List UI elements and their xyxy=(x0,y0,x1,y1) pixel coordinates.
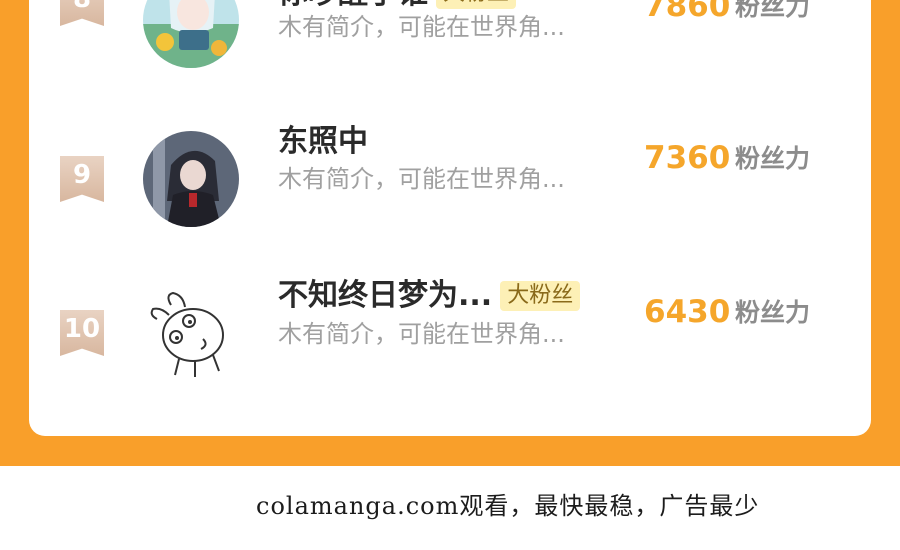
user-name[interactable]: 东照中 xyxy=(278,124,368,160)
user-bio: 木有简介，可能在世界角... xyxy=(278,13,565,41)
fan-ranking-card: 8 你吵醒了谁大粉丝 木有简介，可能在世界角... 7860 粉丝力 9 xyxy=(29,0,871,436)
big-fan-tag: 大粉丝 xyxy=(500,281,581,311)
footer-watermark-text: colamanga.com观看，最快最稳，广告最少 xyxy=(256,492,760,520)
avatar-9[interactable] xyxy=(143,131,239,227)
user-name[interactable]: 不知终日梦为... 大粉丝 xyxy=(278,278,581,314)
fan-score-unit: 粉丝力 xyxy=(735,298,811,327)
user-name-text: 你吵醒了谁 xyxy=(278,0,428,11)
footer: colamanga.com观看，最快最稳，广告最少 xyxy=(0,466,900,550)
rank-badge-10: 10 xyxy=(60,310,104,356)
avatar-doodle-rabbit-icon xyxy=(143,285,239,381)
avatar-8[interactable] xyxy=(143,0,239,68)
fan-score: 7860 xyxy=(644,0,731,24)
user-name-text: 不知终日梦为... xyxy=(278,278,493,313)
rank-number: 9 xyxy=(72,160,92,190)
user-bio: 木有简介，可能在世界角... xyxy=(278,320,565,348)
ranking-row-8[interactable]: 8 你吵醒了谁大粉丝 木有简介，可能在世界角... 7860 粉丝力 xyxy=(29,0,871,110)
rank-badge-8: 8 xyxy=(60,0,104,26)
avatar-dark-character-icon xyxy=(143,131,239,227)
fan-score-unit: 粉丝力 xyxy=(735,0,811,21)
user-name[interactable]: 你吵醒了谁大粉丝 xyxy=(278,0,517,12)
fan-score: 6430 xyxy=(644,294,731,330)
avatar-anime-girl-icon xyxy=(143,0,239,68)
user-bio: 木有简介，可能在世界角... xyxy=(278,165,565,193)
rank-number: 8 xyxy=(60,0,104,14)
fan-score: 7360 xyxy=(644,140,731,176)
user-name-text: 东照中 xyxy=(278,124,368,159)
big-fan-tag: 大粉丝 xyxy=(436,0,517,9)
ranking-row-9[interactable]: 9 东照中 木有简介，可能在世界角... 7360 粉丝力 xyxy=(29,124,871,240)
ranking-row-10[interactable]: 10 不知终日梦为... 大粉丝 木有简介，可能在世界角... 6430 粉丝力 xyxy=(29,278,871,395)
avatar-10[interactable] xyxy=(143,285,239,381)
fan-score-unit: 粉丝力 xyxy=(735,144,811,173)
rank-badge-9: 9 xyxy=(60,156,104,202)
rank-number: 10 xyxy=(63,314,101,344)
